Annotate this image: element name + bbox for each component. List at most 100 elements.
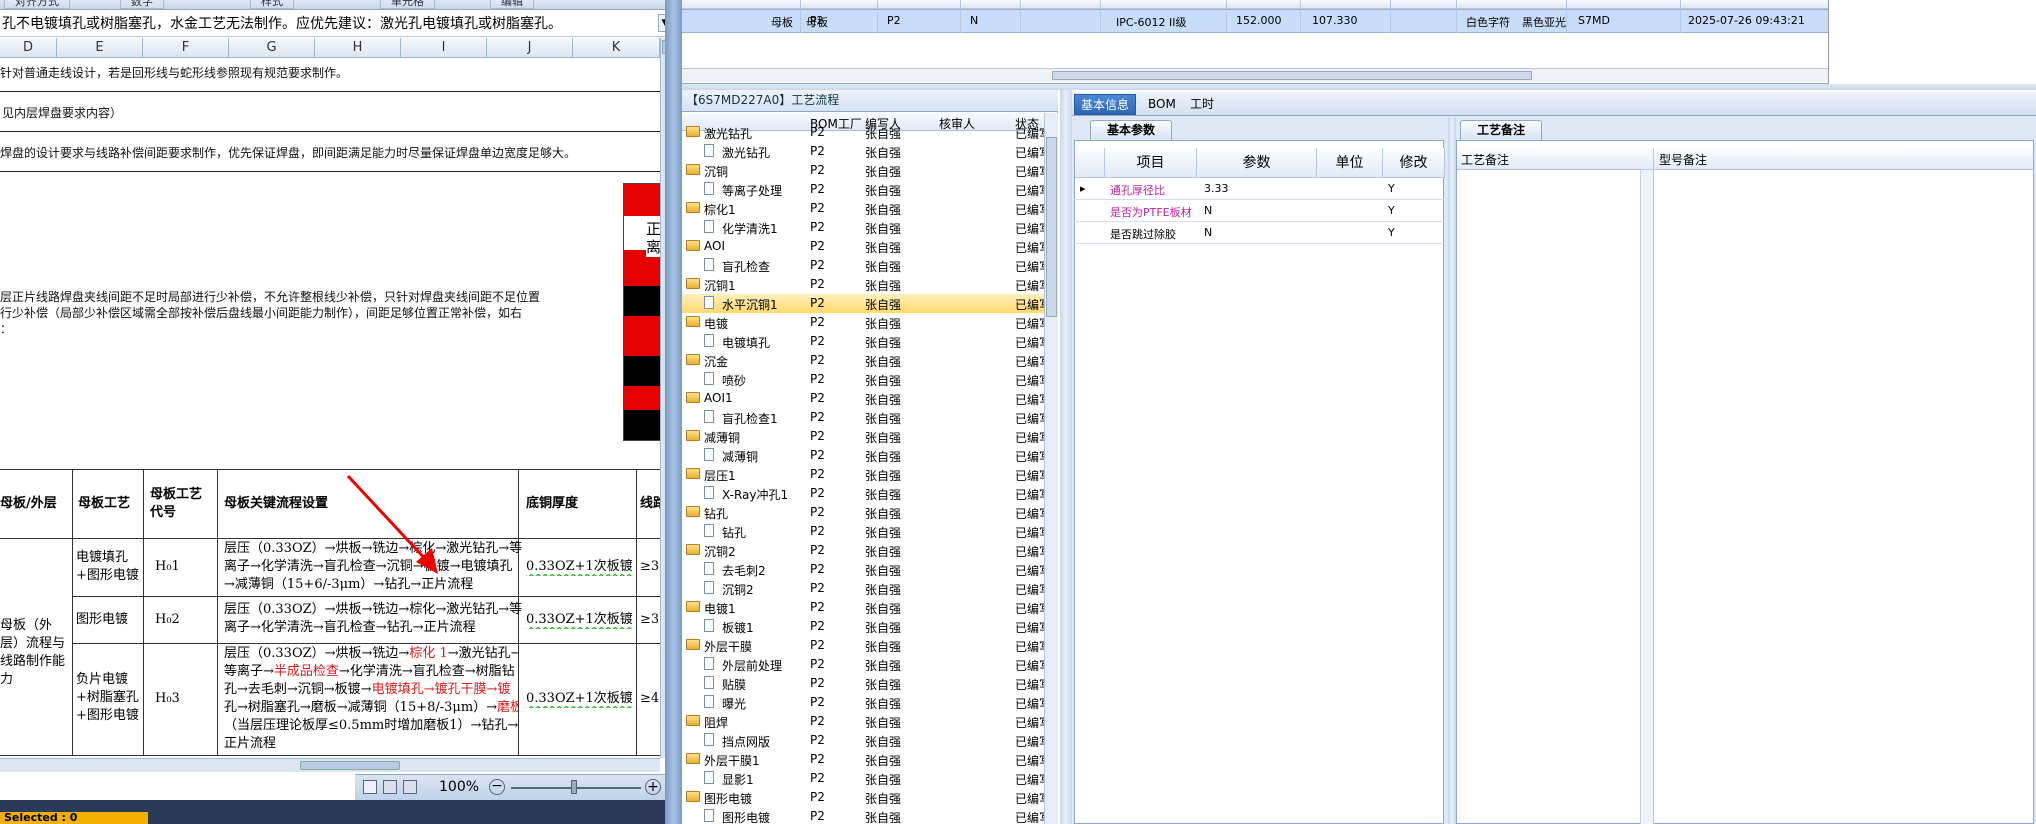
row2-line[interactable]: ≥3.5 bbox=[640, 611, 660, 629]
tree-row[interactable]: 显影1 P2 张自强 已编写 bbox=[682, 769, 1051, 788]
tab-basic-info[interactable]: 基本信息 bbox=[1074, 94, 1137, 115]
sheet-text-line1[interactable]: 针对普通走线设计，若是回形线与蛇形线参照现有规范要求制作。 bbox=[0, 64, 348, 81]
subtab-process-notes[interactable]: 工艺备注 bbox=[1460, 120, 1543, 140]
col-header-d[interactable]: D bbox=[0, 38, 57, 58]
panel-splitter[interactable] bbox=[1448, 118, 1456, 824]
col-header-e[interactable]: E bbox=[57, 38, 143, 58]
th-line[interactable]: 线路 bbox=[640, 495, 660, 513]
tree-row[interactable]: 沉铜1 P2 张自强 已编写 bbox=[682, 275, 1051, 294]
col-header-f[interactable]: F bbox=[143, 38, 229, 58]
tree-row[interactable]: 钻孔 P2 张自强 已编写 bbox=[682, 522, 1051, 541]
sheet-text-line4b[interactable]: 行少补偿（局部少补偿区域需全部按补偿后盘线最小间距能力制作），间距足够位置正常补… bbox=[0, 304, 522, 321]
row1-line[interactable]: ≥3.5 bbox=[640, 558, 660, 576]
vertical-splitter[interactable] bbox=[1060, 90, 1072, 824]
tree-row[interactable]: 钻孔 P2 张自强 已编写 bbox=[682, 503, 1051, 522]
th-flow[interactable]: 母板关键流程设置 bbox=[224, 495, 328, 513]
row3-flow-e[interactable]: （当层压理论板厚≤0.5mm时增加磨板1）→钻孔→ bbox=[224, 717, 518, 735]
row3-craft[interactable]: 负片电镀+树脂塞孔+图形电镀 bbox=[76, 671, 140, 725]
tree-row[interactable]: 外层干膜1 P2 张自强 已编写 bbox=[682, 750, 1051, 769]
zoom-slider-thumb[interactable] bbox=[571, 780, 577, 794]
zoom-level[interactable]: 100% bbox=[439, 779, 479, 795]
params-col-value[interactable]: 参数 bbox=[1197, 148, 1317, 178]
ribbon-group-edit[interactable]: 编辑 bbox=[490, 0, 534, 9]
params-row[interactable]: 是否跳过除胶 N Y bbox=[1074, 222, 1444, 244]
zoom-in-icon[interactable]: + bbox=[645, 779, 661, 795]
tree-row[interactable]: 外层前处理 P2 张自强 已编写 bbox=[682, 655, 1051, 674]
tree-row[interactable]: 喷砂 P2 张自强 已编写 bbox=[682, 370, 1051, 389]
order-grid-hscroll[interactable] bbox=[682, 68, 1828, 82]
tree-row[interactable]: 板镀1 P2 张自强 已编写 bbox=[682, 617, 1051, 636]
embedded-image[interactable]: 正 离 bbox=[623, 183, 664, 441]
row2-flow-b[interactable]: 离子→化学清洗→盲孔检查→钻孔→正片流程 bbox=[224, 619, 476, 637]
th-code[interactable]: 母板工艺代号 bbox=[150, 486, 214, 522]
row1-copper[interactable]: 0.33OZ+1次板镀 bbox=[526, 558, 633, 576]
tree-row[interactable]: 图形电镀 P2 张自强 已编写 bbox=[682, 807, 1051, 824]
ribbon-group-number[interactable]: 数字 bbox=[120, 0, 164, 9]
tree-row[interactable]: 图形电镀 P2 张自强 已编写 bbox=[682, 788, 1051, 807]
tree-row[interactable]: 电镀填孔 P2 张自强 已编写 bbox=[682, 332, 1051, 351]
row2-flow-a[interactable]: 层压（0.33OZ）→烘板→铣边→棕化→激光钻孔→等 bbox=[224, 601, 522, 619]
row1-code[interactable]: H₀1 bbox=[155, 558, 180, 576]
row3-copper[interactable]: 0.33OZ+1次板镀 bbox=[526, 690, 633, 708]
group-label[interactable]: 母板（外层）流程与线路制作能力 bbox=[0, 617, 70, 689]
row3-flow-a[interactable]: 层压（0.33OZ）→烘板→铣边→棕化 1→激光钻孔→ bbox=[224, 645, 518, 663]
th-copper[interactable]: 底铜厚度 bbox=[526, 495, 578, 513]
ribbon-group-cells[interactable]: 单元格 bbox=[380, 0, 435, 9]
window-divider[interactable] bbox=[665, 0, 682, 824]
params-col-edit[interactable]: 修改 bbox=[1383, 148, 1445, 178]
params-row[interactable]: 是否为PTFE板材 N Y bbox=[1074, 200, 1444, 222]
col-header-i[interactable]: I bbox=[401, 38, 487, 58]
col-header-j[interactable]: J bbox=[487, 38, 573, 58]
tree-row[interactable]: 沉铜 P2 张自强 已编写 bbox=[682, 161, 1051, 180]
tree-row[interactable]: 激光钻孔 P2 张自强 已编写 bbox=[682, 142, 1051, 161]
notes-col-process[interactable]: 工艺备注 bbox=[1461, 151, 1509, 168]
sheet-horizontal-scrollbar[interactable] bbox=[0, 758, 660, 772]
tree-row[interactable]: 棕化1 P2 张自强 已编写 bbox=[682, 199, 1051, 218]
tree-row[interactable]: X-Ray冲孔1 P2 张自强 已编写 bbox=[682, 484, 1051, 503]
tree-row[interactable]: 阻焊 P2 张自强 已编写 bbox=[682, 712, 1051, 731]
col-header-h[interactable]: H bbox=[315, 38, 401, 58]
tree-row[interactable]: 曝光 P2 张自强 已编写 bbox=[682, 693, 1051, 712]
row1-craft[interactable]: 电镀填孔+图形电镀 bbox=[76, 549, 140, 585]
zoom-out-icon[interactable]: − bbox=[489, 779, 505, 795]
params-col-unit[interactable]: 单位 bbox=[1317, 148, 1383, 178]
page-break-icon[interactable] bbox=[403, 780, 417, 794]
row3-flow-b[interactable]: 等离子→半成品检查→化学清洗→盲孔检查→树脂钻 bbox=[224, 663, 518, 681]
notes-scrollbar[interactable] bbox=[1640, 170, 1654, 824]
row3-line[interactable]: ≥4.0 bbox=[640, 690, 660, 708]
tab-bom[interactable]: BOM bbox=[1142, 94, 1182, 115]
tree-row[interactable]: 盲孔检查1 P2 张自强 已编写 bbox=[682, 408, 1051, 427]
tree-row[interactable]: 沉铜2 P2 张自强 已编写 bbox=[682, 541, 1051, 560]
tree-row[interactable]: 盲孔检查 P2 张自强 已编写 bbox=[682, 256, 1051, 275]
row3-flow-c[interactable]: 孔→去毛刺→沉铜→板镀→电镀填孔→镀孔干膜→镀 bbox=[224, 681, 518, 699]
tree-row[interactable]: 等离子处理 P2 张自强 已编写 bbox=[682, 180, 1051, 199]
tree-row[interactable]: 外层干膜 P2 张自强 已编写 bbox=[682, 636, 1051, 655]
row3-code[interactable]: H₀3 bbox=[155, 690, 180, 708]
sheet-text-line2[interactable]: 见内层焊盘要求内容） bbox=[2, 104, 122, 121]
subtab-basic-params[interactable]: 基本参数 bbox=[1090, 120, 1173, 140]
notes-col-model[interactable]: 型号备注 bbox=[1659, 151, 1707, 168]
tree-row[interactable]: 水平沉铜1 P2 张自强 已编写 bbox=[682, 294, 1051, 313]
row2-copper[interactable]: 0.33OZ+1次板镀 bbox=[526, 611, 633, 629]
tree-row[interactable]: 沉铜2 P2 张自强 已编写 bbox=[682, 579, 1051, 598]
tree-row[interactable]: 激光钻孔 P2 张自强 已编写 bbox=[682, 123, 1051, 142]
tree-vertical-scrollbar[interactable] bbox=[1044, 113, 1058, 824]
row2-craft[interactable]: 图形电镀 bbox=[76, 611, 128, 629]
tree-row[interactable]: 电镀 P2 张自强 已编写 bbox=[682, 313, 1051, 332]
tree-row[interactable]: 去毛刺2 P2 张自强 已编写 bbox=[682, 560, 1051, 579]
tree-row[interactable]: 挡点网版 P2 张自强 已编写 bbox=[682, 731, 1051, 750]
sheet-text-line3[interactable]: 焊盘的设计要求与线路补偿间距要求制作，优先保证焊盘，即间距满足能力时尽量保证焊盘… bbox=[0, 144, 576, 161]
col-header-g[interactable]: G bbox=[229, 38, 315, 58]
tree-row[interactable]: 贴膜 P2 张自强 已编写 bbox=[682, 674, 1051, 693]
sheet-text-line4a[interactable]: 层正片线路焊盘夹线间距不足时局部进行少补偿，不允许整根线少补偿，只针对焊盘夹线间… bbox=[0, 288, 540, 305]
row3-flow-f[interactable]: 正片流程 bbox=[224, 735, 518, 753]
tree-row[interactable]: 减薄铜 P2 张自强 已编写 bbox=[682, 427, 1051, 446]
ribbon-group-style[interactable]: 样式 bbox=[250, 0, 294, 9]
tree-row[interactable]: AOI P2 张自强 已编写 bbox=[682, 237, 1051, 256]
tree-row[interactable]: 层压1 P2 张自强 已编写 bbox=[682, 465, 1051, 484]
row3-flow-d[interactable]: 孔→树脂塞孔→磨板→减薄铜（15+8/-3μm）→磨板 1 bbox=[224, 699, 518, 717]
tree-row[interactable]: 沉金 P2 张自强 已编写 bbox=[682, 351, 1051, 370]
tree-row[interactable]: AOI1 P2 张自强 已编写 bbox=[682, 389, 1051, 408]
col-header-k[interactable]: K bbox=[573, 38, 660, 58]
row2-code[interactable]: H₀2 bbox=[155, 611, 180, 629]
